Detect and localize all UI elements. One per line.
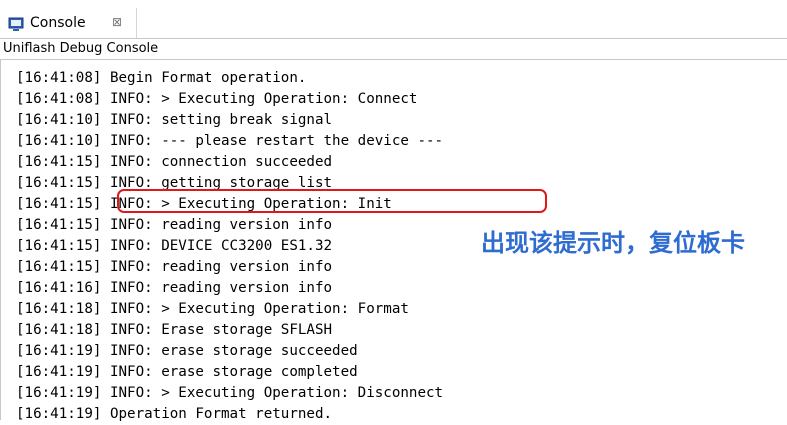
console-title: Uniflash Debug Console bbox=[3, 41, 159, 56]
log-line: [16:41:10] INFO: --- please restart the … bbox=[16, 133, 444, 149]
view-tab-bar: Console ⊠ bbox=[0, 0, 787, 38]
console-icon bbox=[8, 16, 24, 32]
log-line: [16:41:15] INFO: DEVICE CC3200 ES1.32 bbox=[16, 238, 333, 254]
tab-label: Console bbox=[30, 15, 86, 31]
tab-console[interactable]: Console ⊠ bbox=[0, 8, 137, 38]
console-header: Uniflash Debug Console bbox=[0, 38, 787, 60]
log-line: [16:41:15] INFO: reading version info bbox=[16, 259, 333, 275]
log-line: [16:41:18] INFO: Erase storage SFLASH bbox=[16, 322, 333, 338]
highlight-box bbox=[117, 189, 547, 213]
log-line: [16:41:19] INFO: > Executing Operation: … bbox=[16, 385, 444, 401]
log-line: [16:41:08] INFO: > Executing Operation: … bbox=[16, 91, 418, 107]
log-line: [16:41:15] INFO: reading version info bbox=[16, 217, 333, 233]
log-line: [16:41:19] INFO: erase storage succeeded bbox=[16, 343, 358, 359]
log-line: [16:41:16] INFO: reading version info bbox=[16, 280, 333, 296]
log-line: [16:41:19] Operation Format returned. bbox=[16, 406, 333, 422]
log-line: [16:41:18] INFO: > Executing Operation: … bbox=[16, 301, 409, 317]
log-line: [16:41:08] Begin Format operation. bbox=[16, 70, 307, 86]
annotation-text: 出现该提示时，复位板卡 bbox=[481, 229, 745, 257]
log-line: [16:41:19] INFO: erase storage completed bbox=[16, 364, 358, 380]
console-output[interactable]: [16:41:08] Begin Format operation. [16:4… bbox=[0, 60, 787, 422]
log-line: [16:41:15] INFO: connection succeeded bbox=[16, 154, 333, 170]
log-line: [16:41:10] INFO: setting break signal bbox=[16, 112, 333, 128]
close-icon[interactable]: ⊠ bbox=[112, 15, 122, 29]
